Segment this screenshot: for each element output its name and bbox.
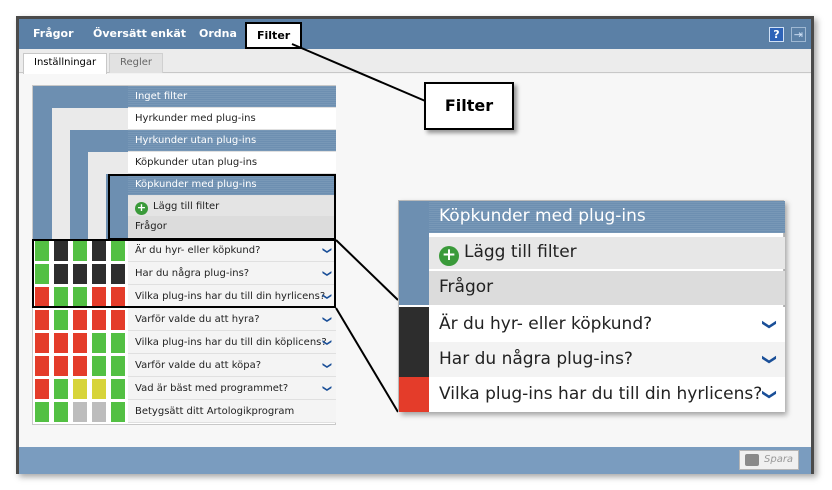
matrix-cell: [91, 355, 107, 377]
matrix-cell: [72, 378, 88, 400]
matrix-cell: [72, 401, 88, 423]
plus-icon: +: [439, 246, 459, 266]
sub-tabs: Inställningar Regler: [19, 49, 811, 74]
save-label: Spara: [764, 454, 794, 465]
matrix-cell: [72, 309, 88, 331]
question-row[interactable]: Vad är bäst med programmet? ❯: [128, 377, 336, 400]
matrix-cell: [53, 378, 69, 400]
matrix-cell: [53, 355, 69, 377]
zoom-question-label: Vilka plug-ins har du till din hyrlicens…: [439, 384, 763, 404]
question-row[interactable]: Varför valde du att köpa? ❯: [128, 354, 336, 377]
matrix-cell: [53, 401, 69, 423]
nav-filter[interactable]: Filter: [245, 22, 303, 49]
chevron-down-icon: ❯: [761, 318, 778, 331]
save-button[interactable]: Spara: [739, 450, 799, 470]
tab-regler[interactable]: Regler: [109, 53, 164, 73]
exit-icon[interactable]: ⇥: [791, 27, 806, 42]
matrix-cell: [34, 355, 50, 377]
zoom-color-cell: [399, 377, 429, 412]
filter-kop-utan[interactable]: Köpkunder utan plug-ins: [128, 152, 336, 174]
bottom-bar: Spara: [19, 447, 811, 474]
filter-hyr-med[interactable]: Hyrkunder med plug-ins: [128, 108, 336, 130]
matrix-cell: [53, 332, 69, 354]
question-row[interactable]: Vilka plug-ins har du till din köplicens…: [128, 331, 336, 354]
question-label: Vad är bäst med programmet?: [135, 383, 289, 394]
highlight-filter-box: [108, 174, 336, 240]
filter-hyr-utan[interactable]: Hyrkunder utan plug-ins: [128, 130, 336, 152]
matrix-cell: [91, 401, 107, 423]
question-label: Betygsätt ditt Artologikprogram: [135, 406, 295, 417]
chevron-down-icon: ❯: [761, 388, 778, 401]
printer-icon: [745, 454, 759, 466]
matrix-cell: [34, 378, 50, 400]
matrix-cell: [91, 378, 107, 400]
nav-fragor[interactable]: Frågor: [33, 19, 74, 49]
question-label: Varför valde du att köpa?: [135, 360, 262, 371]
matrix-cell: [34, 332, 50, 354]
nav-ordna[interactable]: Ordna: [199, 19, 237, 49]
zoom-question-label: Har du några plug-ins?: [439, 349, 633, 369]
zoom-question-row: Vilka plug-ins har du till din hyrlicens…: [429, 377, 785, 412]
zoom-inset: Köpkunder med plug-ins + Lägg till filter…: [398, 200, 785, 412]
chevron-down-icon[interactable]: ❯: [315, 339, 338, 347]
question-label: Varför valde du att hyra?: [135, 314, 260, 325]
chevron-down-icon[interactable]: ❯: [315, 362, 338, 370]
matrix-cell: [110, 355, 126, 377]
top-nav-bar: Frågor Översätt enkät Ordna Filter ? ⇥: [19, 19, 811, 49]
chevron-down-icon[interactable]: ❯: [315, 385, 338, 393]
zoom-questions-header: Frågor: [429, 271, 785, 305]
chevron-down-icon: ❯: [761, 353, 778, 366]
matrix-cell: [34, 309, 50, 331]
zoom-question-row: Har du några plug-ins? ❯: [429, 342, 785, 377]
matrix-cell: [91, 309, 107, 331]
filter-callout: Filter: [424, 82, 514, 130]
question-label: Vilka plug-ins har du till din köplicens…: [135, 337, 327, 348]
zoom-color-cell: [399, 342, 429, 377]
question-row[interactable]: Varför valde du att hyra? ❯: [128, 308, 336, 331]
zoom-question-label: Är du hyr- eller köpkund?: [439, 314, 653, 334]
zoom-add-filter: + Lägg till filter: [429, 237, 785, 269]
zoom-question-row: Är du hyr- eller köpkund? ❯: [429, 307, 785, 342]
matrix-cell: [110, 332, 126, 354]
filter-inget[interactable]: Inget filter: [128, 86, 336, 108]
nav-oversatt-enkat[interactable]: Översätt enkät: [93, 19, 186, 49]
question-row[interactable]: Betygsätt ditt Artologikprogram: [128, 400, 336, 423]
matrix-cell: [53, 309, 69, 331]
matrix-cell: [91, 332, 107, 354]
tab-installningar[interactable]: Inställningar: [23, 53, 108, 74]
matrix-cell: [110, 309, 126, 331]
matrix-cell: [110, 378, 126, 400]
help-icon[interactable]: ?: [769, 27, 784, 42]
matrix-cell: [72, 355, 88, 377]
matrix-cell: [72, 332, 88, 354]
zoom-color-cell: [399, 307, 429, 342]
chevron-down-icon[interactable]: ❯: [315, 316, 338, 324]
zoom-filter-row: Köpkunder med plug-ins: [429, 201, 785, 233]
matrix-cell: [110, 401, 126, 423]
matrix-cell: [34, 401, 50, 423]
highlight-questions-box: [32, 239, 336, 308]
